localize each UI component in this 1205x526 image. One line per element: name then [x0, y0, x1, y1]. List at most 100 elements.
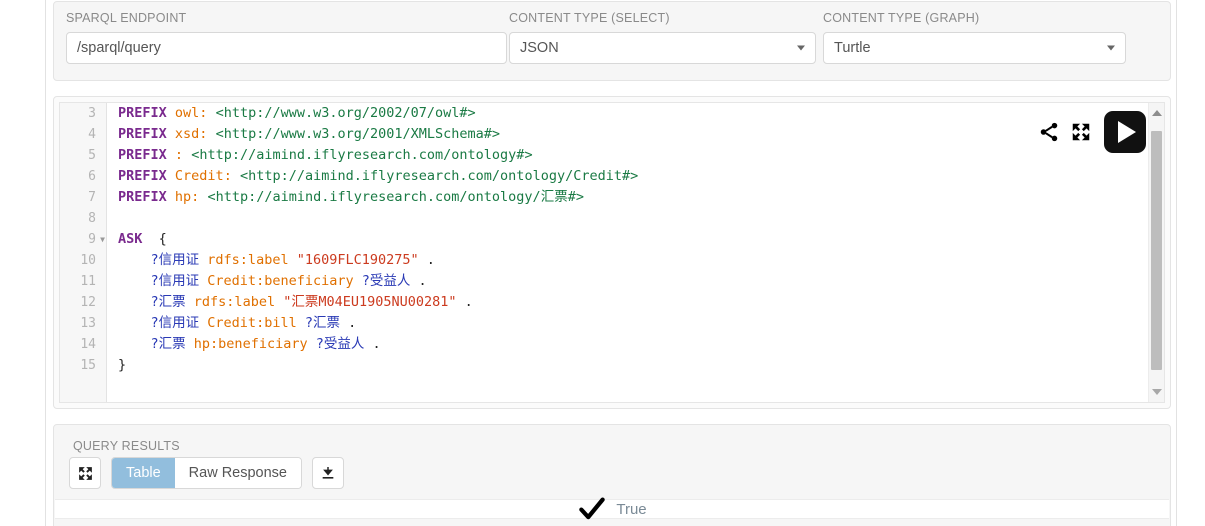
code-token: PREFIX: [118, 147, 167, 163]
code-token: PREFIX: [118, 189, 167, 205]
code-token: hp:: [174, 189, 200, 205]
query-editor[interactable]: 3 4 5 6 7 8 9 ▼ 10 11 12 13 14 15 PREFIX owl: <http:/…: [59, 102, 1165, 403]
line-number: 7: [88, 190, 96, 205]
line-number: 13: [80, 316, 96, 331]
sparql-endpoint-value: /sparql/query: [77, 40, 161, 56]
tab-table[interactable]: Table: [112, 458, 175, 488]
line-number: 9 ▼: [60, 229, 106, 250]
code-token: Credit:bill: [207, 315, 297, 331]
code-token: ?汇票: [150, 294, 186, 310]
code-token: <http://aimind.iflyresearch.com/ontology…: [239, 168, 639, 184]
code-line: PREFIX xsd: <http://www.w3.org/2001/XMLS…: [108, 124, 1148, 145]
line-number-gutter: 3 4 5 6 7 8 9 ▼ 10 11 12 13 14 15: [60, 103, 107, 402]
results-body: True: [55, 497, 1169, 520]
code-token: owl:: [174, 105, 208, 121]
sparql-endpoint-label: SPARQL ENDPOINT: [66, 11, 187, 25]
line-number: 12: [80, 295, 96, 310]
line-number: 4: [88, 127, 96, 142]
code-token: <http://www.w3.org/2001/XMLSchema#>: [215, 126, 501, 142]
code-token: rdfs:label: [207, 252, 289, 268]
code-token: "1609FLC190275": [296, 252, 419, 268]
sparql-query-page: SPARQL ENDPOINT /sparql/query CONTENT TY…: [0, 0, 1205, 526]
config-panel: SPARQL ENDPOINT /sparql/query CONTENT TY…: [53, 1, 1171, 81]
query-results-panel: QUERY RESULTS Table Raw Response True: [53, 424, 1171, 526]
fold-triangle-icon[interactable]: ▼: [100, 229, 105, 250]
run-query-button[interactable]: [1104, 111, 1146, 153]
code-line: PREFIX hp: <http://aimind.iflyresearch.c…: [108, 187, 1148, 208]
checkmark-icon: [579, 497, 606, 520]
line-number: 3: [88, 106, 96, 121]
code-token: ?汇票: [304, 315, 340, 331]
code-line: PREFIX Credit: <http://aimind.iflyresear…: [108, 166, 1148, 187]
line-number: 10: [80, 253, 96, 268]
code-token: Credit:beneficiary: [207, 273, 354, 289]
scrollbar-thumb[interactable]: [1151, 131, 1162, 370]
code-token: ASK: [118, 231, 143, 247]
code-token: ?受益人: [315, 336, 365, 352]
code-token: xsd:: [174, 126, 208, 142]
code-token: ?信用证: [150, 315, 200, 331]
line-number: 8: [88, 211, 96, 226]
code-line: ?汇票 rdfs:label "汇票M04EU1905NU00281" .: [108, 292, 1148, 313]
code-line: ?信用证 Credit:beneficiary ?受益人 .: [108, 271, 1148, 292]
code-token: <http://www.w3.org/2002/07/owl#>: [215, 105, 476, 121]
code-token: <http://aimind.iflyresearch.com/ontology…: [207, 189, 584, 205]
line-number: 5: [88, 148, 96, 163]
content-type-select-value: JSON: [520, 40, 559, 56]
content-type-select-label: CONTENT TYPE (SELECT): [509, 11, 670, 25]
code-line: PREFIX : <http://aimind.iflyresearch.com…: [108, 145, 1148, 166]
code-token: :: [174, 147, 184, 163]
code-token: .: [339, 315, 357, 331]
content-type-graph-value: Turtle: [834, 40, 871, 56]
sparql-endpoint-input[interactable]: /sparql/query: [66, 32, 507, 64]
code-token: ?信用证: [150, 252, 200, 268]
code-token: }: [118, 357, 127, 373]
content-type-select-field: CONTENT TYPE (SELECT) JSON: [509, 10, 816, 64]
code-token: Credit:: [174, 168, 232, 184]
code-token: ?受益人: [361, 273, 411, 289]
code-line: ?信用证 Credit:bill ?汇票 .: [108, 313, 1148, 334]
code-line: }: [108, 355, 1148, 376]
ask-result: True: [55, 494, 1169, 524]
editor-toolbar: [1038, 111, 1146, 153]
results-toolbar: Table Raw Response: [69, 457, 344, 489]
content-type-graph-label: CONTENT TYPE (GRAPH): [823, 11, 980, 25]
chevron-down-icon: [1107, 45, 1115, 51]
content-type-graph-dropdown[interactable]: Turtle: [823, 32, 1126, 64]
code-token: ?汇票: [150, 336, 186, 352]
content-type-select-dropdown[interactable]: JSON: [509, 32, 816, 64]
fullscreen-icon[interactable]: [1070, 121, 1092, 143]
code-token: PREFIX: [118, 105, 167, 121]
editor-scrollbar[interactable]: [1148, 103, 1164, 402]
code-token: rdfs:label: [193, 294, 276, 310]
share-icon[interactable]: [1038, 121, 1060, 143]
code-token: .: [410, 273, 427, 289]
code-content[interactable]: PREFIX owl: <http://www.w3.org/2002/07/o…: [108, 103, 1148, 402]
ask-result-value: True: [616, 500, 647, 518]
scroll-up-arrow-icon[interactable]: [1151, 110, 1162, 116]
tab-raw-response[interactable]: Raw Response: [174, 458, 301, 488]
scroll-down-arrow-icon[interactable]: [1151, 389, 1162, 395]
download-results-button[interactable]: [312, 457, 344, 489]
results-fullscreen-button[interactable]: [69, 457, 101, 489]
code-token: .: [456, 294, 473, 310]
